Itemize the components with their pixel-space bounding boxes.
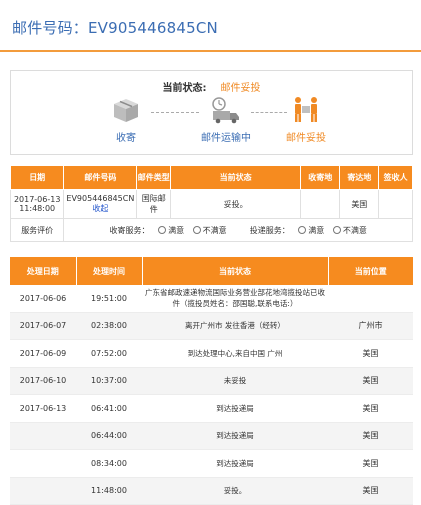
row-location: 美国: [328, 339, 413, 368]
delivery-satisfied-radio[interactable]: [298, 225, 307, 234]
package-icon: [110, 95, 142, 125]
collapse-link[interactable]: 收起: [66, 203, 134, 214]
row-time: 02:38:00: [76, 312, 142, 340]
summary-header-row: 日期 邮件号码 邮件类型 当前状态 收寄地 寄达地 签收人: [9, 165, 413, 190]
column-header: 邮件号码: [63, 165, 138, 190]
row-location: 美国: [328, 394, 413, 423]
table-row: 06:44:00 到达投递局 美国: [10, 422, 413, 450]
page-header: 邮件号码：EV905446845CN: [0, 0, 421, 52]
column-header: 日期: [9, 165, 65, 190]
table-row: 2017-06-07 02:38:00 离开广州市 发往香港（经转） 广州市: [10, 312, 413, 340]
row-location: [328, 285, 413, 313]
row-time: 08:34:00: [76, 449, 142, 478]
row-status: 广东省邮政速递物流国际业务营业部花地湾揽投站已收件（揽投员姓名：邵国聪,联系电话…: [142, 285, 328, 313]
column-header: 签收人: [378, 165, 413, 190]
column-header: 处理时间: [75, 257, 142, 285]
summary-to: 美国: [339, 189, 380, 219]
mailing-service-label: 收寄服务：: [109, 225, 150, 235]
row-date: [10, 477, 76, 505]
row-date: 2017-06-07: [10, 312, 76, 340]
step-label: 邮件妥投: [286, 133, 326, 144]
mailing-unsatisfied-radio[interactable]: [192, 225, 201, 234]
column-header: 处理日期: [10, 257, 76, 285]
row-status: 未妥投: [142, 367, 328, 395]
row-date: [10, 449, 76, 478]
row-status: 到达投递局: [142, 449, 328, 478]
row-status: 到达投递局: [142, 394, 328, 423]
current-status-label: 当前状态:: [162, 83, 207, 94]
step-in-transit: 邮件运输中: [191, 95, 261, 144]
page-title: 邮件号码：EV905446845CN: [12, 19, 218, 37]
summary-table: 日期 邮件号码 邮件类型 当前状态 收寄地 寄达地 签收人 2017-06-13…: [9, 165, 413, 242]
row-date: 2017-06-10: [10, 367, 76, 395]
row-status: 到达处理中心,来自中国 广州: [142, 339, 328, 368]
row-location: 美国: [328, 422, 413, 450]
detail-header-row: 处理日期 处理时间 当前状态 当前位置: [10, 257, 413, 285]
rating-options: 收寄服务： 满意 不满意 投递服务： 满意 不满意: [63, 218, 413, 242]
row-location: 美国: [328, 449, 413, 478]
table-row: 08:34:00 到达投递局 美国: [10, 449, 413, 478]
mailing-satisfied-radio[interactable]: [158, 225, 167, 234]
summary-signer: [378, 189, 413, 219]
row-date: 2017-06-09: [10, 339, 76, 368]
truck-icon: [210, 95, 242, 125]
summary-row: 2017-06-13 11:48:00 EV905446845CN 收起 国际邮…: [9, 189, 413, 219]
rating-row: 服务评价 收寄服务： 满意 不满意 投递服务： 满意 不满意: [9, 218, 413, 242]
row-date: 2017-06-06: [10, 285, 76, 313]
row-time: 06:41:00: [76, 394, 142, 423]
current-status: 当前状态: 邮件妥投: [11, 79, 412, 94]
status-panel: 当前状态: 邮件妥投 收寄 邮件运输中 邮件妥投: [10, 70, 413, 155]
row-date: 2017-06-13: [10, 394, 76, 423]
delivery-unsatisfied-radio[interactable]: [332, 225, 341, 234]
column-header: 收寄地: [299, 165, 341, 190]
step-label: 邮件运输中: [201, 133, 251, 144]
step-delivered: 邮件妥投: [271, 95, 341, 144]
row-location: 广州市: [328, 312, 413, 340]
column-header: 当前状态: [170, 165, 301, 190]
tracking-detail-table: 处理日期 处理时间 当前状态 当前位置 2017-06-06 19:51:00 …: [10, 257, 413, 505]
summary-from: [299, 189, 341, 219]
summary-number-cell: EV905446845CN 收起: [63, 189, 138, 219]
column-header: 邮件类型: [136, 165, 172, 190]
row-status: 妥投。: [142, 477, 328, 505]
delivery-service-label: 投递服务：: [249, 225, 290, 235]
rating-label: 服务评价: [9, 218, 65, 242]
table-row: 2017-06-13 06:41:00 到达投递局 美国: [10, 394, 413, 423]
row-time: 19:51:00: [76, 285, 142, 313]
summary-date: 2017-06-13 11:48:00: [9, 189, 65, 219]
row-time: 10:37:00: [76, 367, 142, 395]
column-header: 当前位置: [327, 257, 413, 285]
row-location: 美国: [328, 367, 413, 395]
radio-label: 满意: [168, 225, 185, 235]
summary-status: 妥投。: [170, 189, 301, 219]
row-time: 11:48:00: [76, 477, 142, 505]
table-row: 2017-06-06 19:51:00 广东省邮政速递物流国际业务营业部花地湾揽…: [10, 285, 413, 313]
mail-number: EV905446845CN: [66, 194, 135, 203]
table-row: 2017-06-10 10:37:00 未妥投 美国: [10, 367, 413, 395]
column-header: 寄达地: [339, 165, 380, 190]
summary-type: 国际邮件: [136, 189, 172, 219]
step-collected: 收寄: [91, 95, 161, 144]
row-date: [10, 422, 76, 450]
radio-label: 不满意: [342, 225, 367, 235]
table-row: 2017-06-09 07:52:00 到达处理中心,来自中国 广州 美国: [10, 339, 413, 368]
radio-label: 满意: [308, 225, 325, 235]
row-status: 离开广州市 发往香港（经转）: [142, 312, 328, 340]
current-status-value: 邮件妥投: [220, 83, 261, 94]
delivery-person-icon: [290, 95, 322, 125]
column-header: 当前状态: [141, 257, 328, 285]
row-time: 07:52:00: [76, 339, 142, 368]
table-row: 11:48:00 妥投。 美国: [10, 477, 413, 505]
step-label: 收寄: [116, 133, 136, 144]
row-time: 06:44:00: [76, 422, 142, 450]
row-location: 美国: [328, 477, 413, 505]
radio-label: 不满意: [202, 225, 227, 235]
row-status: 到达投递局: [142, 422, 328, 450]
